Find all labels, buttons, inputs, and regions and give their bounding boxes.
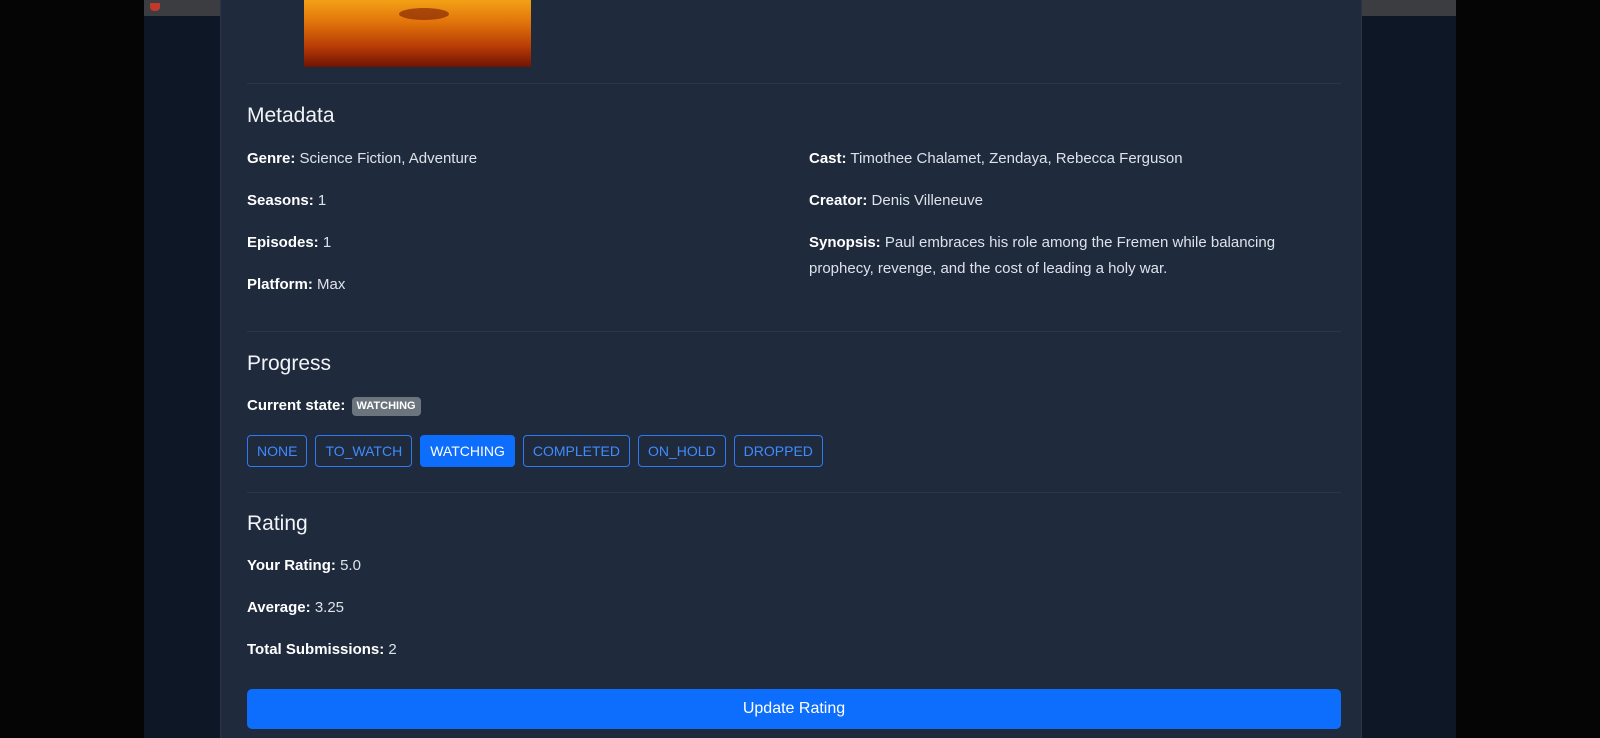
state-button-on-hold[interactable]: ON_HOLD — [637, 435, 726, 467]
your-rating-field: Your Rating: 5.0 — [247, 557, 361, 574]
status-badge: WATCHING — [351, 397, 421, 416]
metadata-heading: Metadata — [247, 104, 335, 127]
record-icon — [150, 3, 160, 11]
cast-field: Cast: Timothee Chalamet, Zendaya, Rebecc… — [809, 150, 1183, 167]
show-detail-card: Metadata Genre: Science Fiction, Adventu… — [220, 0, 1362, 738]
state-button-completed[interactable]: COMPLETED — [522, 435, 630, 467]
state-button-dropped[interactable]: DROPPED — [733, 435, 823, 467]
poster-image — [304, 0, 531, 67]
divider — [247, 83, 1341, 84]
state-button-group: NONE TO_WATCH WATCHING COMPLETED ON_HOLD… — [247, 435, 823, 467]
current-state-field: Current state: WATCHING — [247, 393, 421, 419]
total-submissions-field: Total Submissions: 2 — [247, 641, 397, 658]
platform-field: Platform: Max — [247, 276, 346, 293]
app-screen: Metadata Genre: Science Fiction, Adventu… — [144, 0, 1456, 738]
update-rating-button[interactable]: Update Rating — [247, 689, 1341, 729]
genre-field: Genre: Science Fiction, Adventure — [247, 150, 478, 167]
divider — [247, 331, 1341, 332]
synopsis-field: Synopsis: Paul embraces his role among t… — [809, 234, 1276, 277]
seasons-field: Seasons: 1 — [247, 192, 327, 209]
average-rating-field: Average: 3.25 — [247, 599, 345, 616]
state-button-watching[interactable]: WATCHING — [420, 435, 515, 467]
state-button-to-watch[interactable]: TO_WATCH — [315, 435, 413, 467]
episodes-field: Episodes: 1 — [247, 234, 332, 251]
progress-heading: Progress — [247, 352, 332, 375]
divider — [247, 492, 1341, 493]
creator-field: Creator: Denis Villeneuve — [809, 192, 983, 209]
rating-heading: Rating — [247, 512, 308, 535]
state-button-none[interactable]: NONE — [247, 435, 308, 467]
